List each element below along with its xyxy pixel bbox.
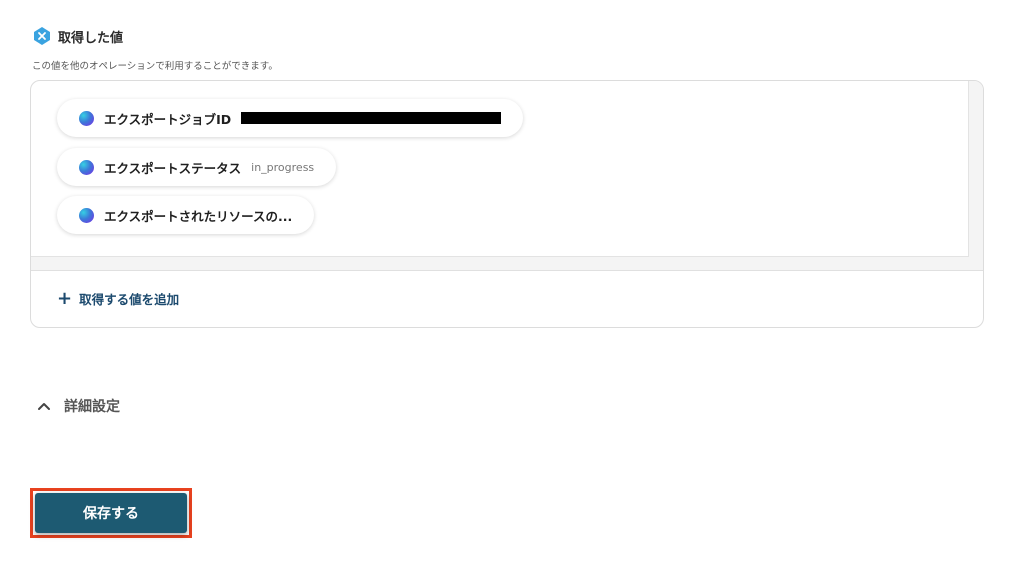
horizontal-scrollbar[interactable] xyxy=(31,257,983,271)
chip-label: エクスポートステータス xyxy=(104,160,242,176)
value-chip-exported-resources[interactable]: エクスポートされたリソースの... xyxy=(57,196,315,234)
acquired-values-card: エクスポートジョブID エクスポートステータス in_progress エクスポ… xyxy=(30,80,984,328)
chip-label: エクスポートされたリソースの... xyxy=(104,208,293,224)
chevron-up-icon xyxy=(38,403,50,410)
redacted-value xyxy=(241,112,502,124)
advanced-settings-label: 詳細設定 xyxy=(64,399,120,415)
advanced-settings-toggle[interactable]: 詳細設定 xyxy=(36,396,120,416)
vertical-scrollbar[interactable] xyxy=(969,81,983,271)
x-badge-icon xyxy=(32,26,52,46)
value-chip-export-job-id[interactable]: エクスポートジョブID xyxy=(57,99,524,137)
add-value-label: 取得する値を追加 xyxy=(79,292,180,307)
add-value-button[interactable]: + 取得する値を追加 xyxy=(57,289,179,308)
canva-logo-icon xyxy=(79,110,94,126)
value-chip-export-status[interactable]: エクスポートステータス in_progress xyxy=(57,148,337,186)
chip-label: エクスポートジョブID xyxy=(104,111,232,127)
canva-logo-icon xyxy=(79,159,94,175)
plus-icon: + xyxy=(57,287,73,309)
section-description: この値を他のオペレーションで利用することができます。 xyxy=(32,61,278,72)
save-button[interactable]: 保存する xyxy=(35,493,187,533)
section-title: 取得した値 xyxy=(58,30,124,46)
chip-value: in_progress xyxy=(251,160,315,174)
values-list: エクスポートジョブID エクスポートステータス in_progress エクスポ… xyxy=(31,81,969,257)
section-header: 取得した値 xyxy=(32,26,123,46)
canva-logo-icon xyxy=(79,207,94,223)
